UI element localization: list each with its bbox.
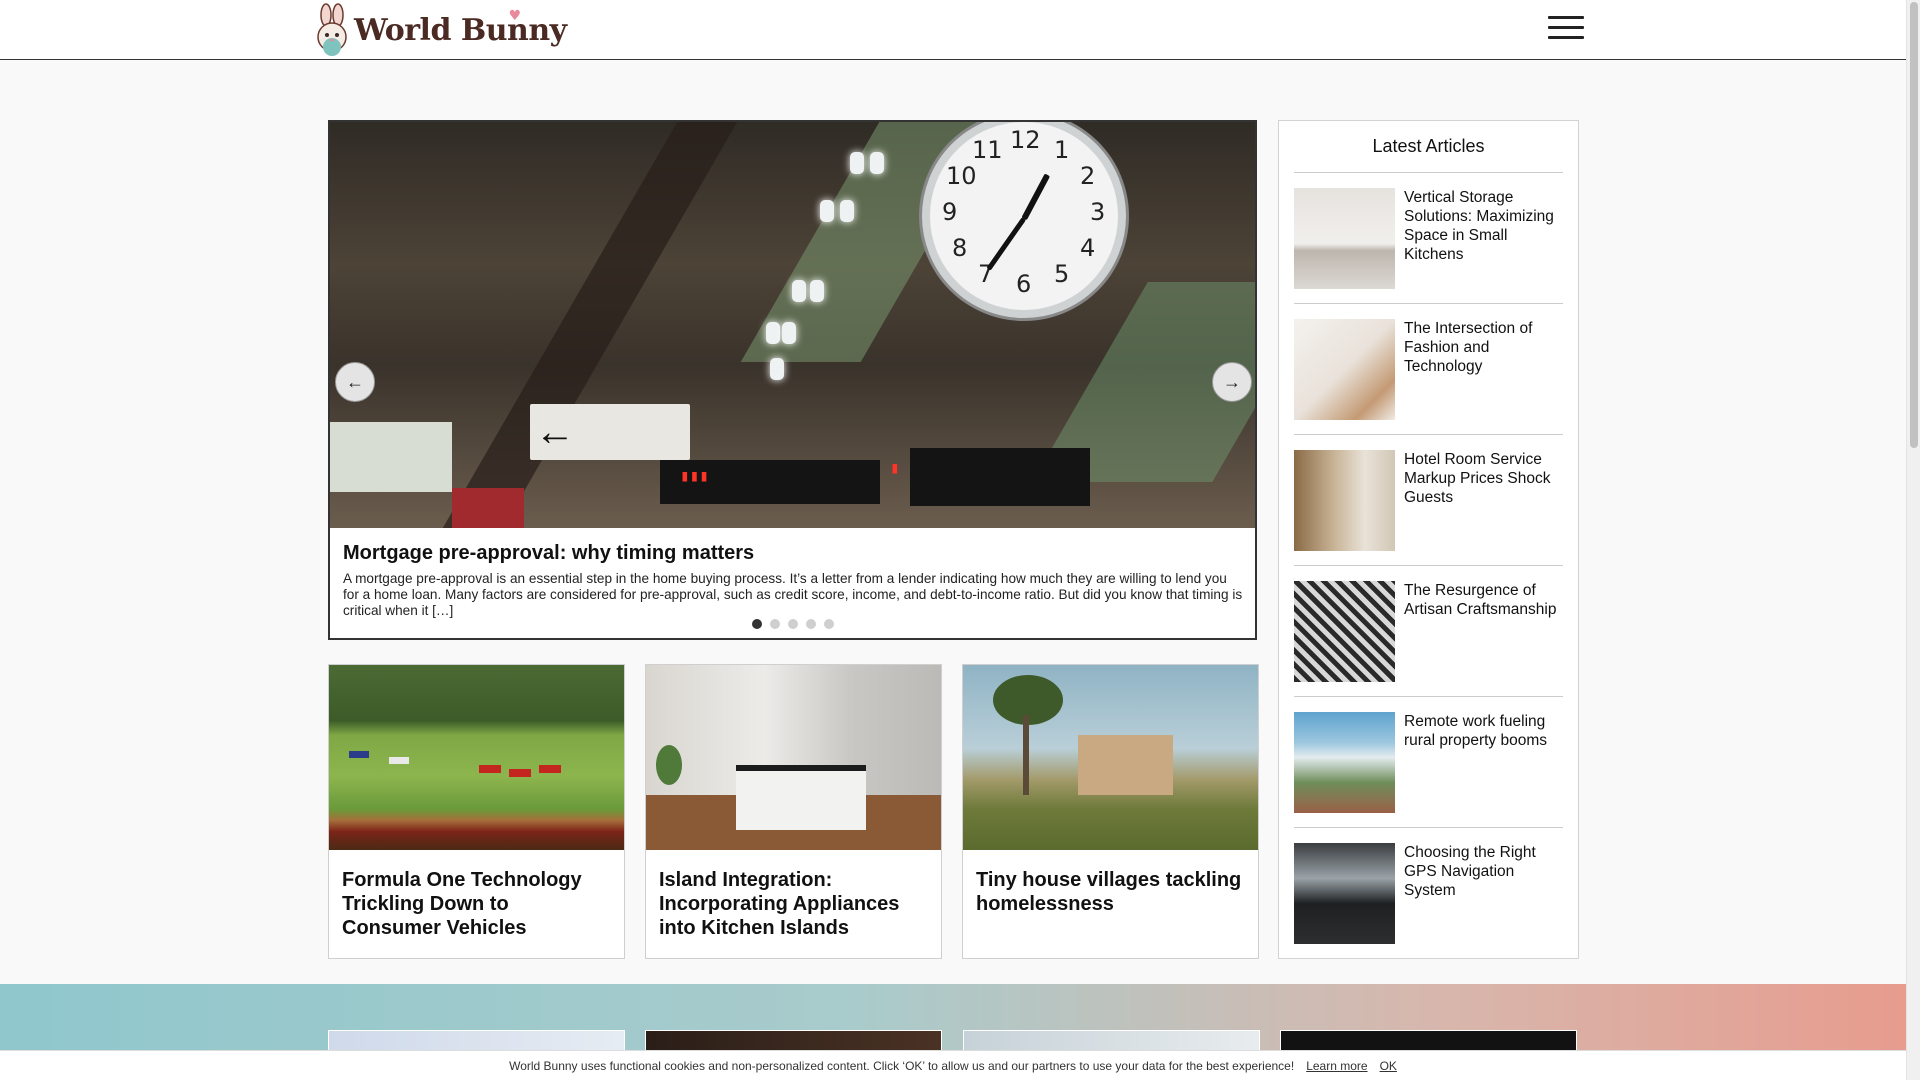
ceiling-light: [770, 358, 784, 380]
sidebar-article-title[interactable]: Vertical Storage Solutions: Maximizing S…: [1404, 188, 1564, 264]
led-display: [910, 448, 1090, 506]
article-thumbnail[interactable]: [1294, 319, 1395, 420]
sidebar-article[interactable]: Choosing the Right GPS Navigation System: [1294, 828, 1563, 959]
featured-slider: ← ▮▮▮ ▮ 12 1 2 3 4 5 6 7 8 9 10 11 ← → M…: [328, 120, 1257, 640]
clock-numeral: 12: [1010, 126, 1041, 154]
ceiling-light: [792, 280, 806, 302]
sidebar-article-title[interactable]: Remote work fueling rural property booms: [1404, 712, 1564, 750]
arrow-left-sign-icon: ←: [535, 410, 575, 454]
clock-numeral: 11: [972, 136, 1003, 164]
hamburger-menu-icon[interactable]: [1548, 16, 1584, 42]
clock-minute-hand: [986, 217, 1027, 271]
cookie-text: World Bunny uses functional cookies and …: [509, 1058, 1295, 1073]
sidebar-article-title[interactable]: The Resurgence of Artisan Craftsmanship: [1404, 581, 1564, 619]
slide-title[interactable]: Mortgage pre-approval: why timing matter…: [343, 542, 1243, 565]
clock-numeral: 2: [1080, 162, 1096, 190]
sidebar-article-title[interactable]: The Intersection of Fashion and Technolo…: [1404, 319, 1564, 376]
latest-articles-sidebar: Latest Articles Vertical Storage Solutio…: [1278, 120, 1579, 959]
slider-prev-button[interactable]: ←: [335, 362, 375, 402]
scrollbar-thumb[interactable]: [1910, 2, 1918, 448]
card-image[interactable]: [646, 665, 941, 850]
led-text: ▮▮▮: [680, 466, 709, 485]
slider-dot[interactable]: [823, 619, 834, 629]
cookie-ok-button[interactable]: OK: [1380, 1059, 1397, 1073]
clock-numeral: 8: [952, 234, 968, 262]
clock-hour-hand: [1021, 173, 1051, 221]
site-logo[interactable]: World Bunny ♥: [312, 2, 567, 58]
menu-line: [1548, 26, 1584, 29]
heart-icon: ♥: [508, 8, 522, 24]
clock-numeral: 5: [1054, 260, 1070, 288]
article-card[interactable]: Tiny house villages tackling homelessnes…: [962, 664, 1259, 959]
article-thumbnail[interactable]: [1294, 843, 1395, 944]
menu-line: [1548, 16, 1584, 19]
station-clock: 12 1 2 3 4 5 6 7 8 9 10 11: [922, 122, 1126, 318]
clock-numeral: 3: [1090, 198, 1106, 226]
slider-next-button[interactable]: →: [1212, 362, 1252, 402]
slide-excerpt: A mortgage pre-approval is an essential …: [343, 571, 1243, 618]
article-thumbnail[interactable]: [1294, 188, 1395, 289]
article-thumbnail[interactable]: [1294, 581, 1395, 682]
race-car: [389, 757, 409, 764]
sidebar-article[interactable]: The Resurgence of Artisan Craftsmanship: [1294, 566, 1563, 697]
sidebar-title: Latest Articles: [1294, 121, 1563, 173]
palm-trunk: [1023, 715, 1029, 795]
slider-dots: [330, 619, 1255, 629]
ceiling-light: [782, 322, 796, 344]
bunny-logo-icon: [317, 3, 347, 56]
slider-dot[interactable]: [805, 619, 816, 629]
article-card[interactable]: Formula One Technology Trickling Down to…: [328, 664, 625, 959]
ceiling-light: [850, 152, 864, 174]
ceiling-light: [820, 200, 834, 222]
clock-numeral: 6: [1016, 270, 1032, 298]
card-image[interactable]: [963, 665, 1258, 850]
slide-image[interactable]: ← ▮▮▮ ▮ 12 1 2 3 4 5 6 7 8 9 10 11: [330, 122, 1255, 528]
clock-numeral: 1: [1054, 136, 1070, 164]
race-car: [479, 765, 501, 773]
card-title[interactable]: Island Integration: Incorporating Applia…: [646, 850, 941, 940]
station-sign: [330, 422, 452, 492]
sidebar-article[interactable]: Remote work fueling rural property booms: [1294, 697, 1563, 828]
article-thumbnail[interactable]: [1294, 450, 1395, 551]
kitchen-plant: [656, 745, 682, 785]
race-car: [509, 769, 531, 777]
card-title[interactable]: Tiny house villages tackling homelessnes…: [963, 850, 1258, 916]
article-thumbnail[interactable]: [1294, 712, 1395, 813]
ceiling-light: [810, 280, 824, 302]
ceiling-light: [766, 322, 780, 344]
slider-dot[interactable]: [769, 619, 780, 629]
sidebar-article-title[interactable]: Hotel Room Service Markup Prices Shock G…: [1404, 450, 1564, 507]
sidebar-article[interactable]: The Intersection of Fashion and Technolo…: [1294, 304, 1563, 435]
sidebar-article[interactable]: Vertical Storage Solutions: Maximizing S…: [1294, 173, 1563, 304]
cookie-banner: World Bunny uses functional cookies and …: [0, 1050, 1906, 1080]
sidebar-article-title[interactable]: Choosing the Right GPS Navigation System: [1404, 843, 1564, 900]
red-sign: [452, 488, 524, 528]
site-logo-text: World Bunny: [354, 12, 567, 48]
ruined-house: [1078, 735, 1173, 795]
ceiling-light: [870, 152, 884, 174]
slide-caption: Mortgage pre-approval: why timing matter…: [343, 542, 1243, 619]
menu-line: [1548, 36, 1584, 39]
site-header: World Bunny ♥: [0, 0, 1906, 60]
sidebar-article[interactable]: Hotel Room Service Markup Prices Shock G…: [1294, 435, 1563, 566]
kitchen-island: [736, 765, 866, 830]
clock-numeral: 9: [942, 198, 958, 226]
clock-numeral: 10: [946, 162, 977, 190]
led-text: ▮: [890, 458, 900, 477]
learn-more-link[interactable]: Learn more: [1306, 1059, 1367, 1073]
slider-dot[interactable]: [751, 619, 762, 629]
ceiling-light: [840, 200, 854, 222]
race-car: [349, 751, 369, 758]
article-card[interactable]: Island Integration: Incorporating Applia…: [645, 664, 942, 959]
card-image[interactable]: [329, 665, 624, 850]
clock-numeral: 4: [1080, 234, 1096, 262]
slider-dot[interactable]: [787, 619, 798, 629]
page-scrollbar[interactable]: [1906, 0, 1920, 1080]
card-title[interactable]: Formula One Technology Trickling Down to…: [329, 850, 624, 940]
race-car: [539, 765, 561, 773]
